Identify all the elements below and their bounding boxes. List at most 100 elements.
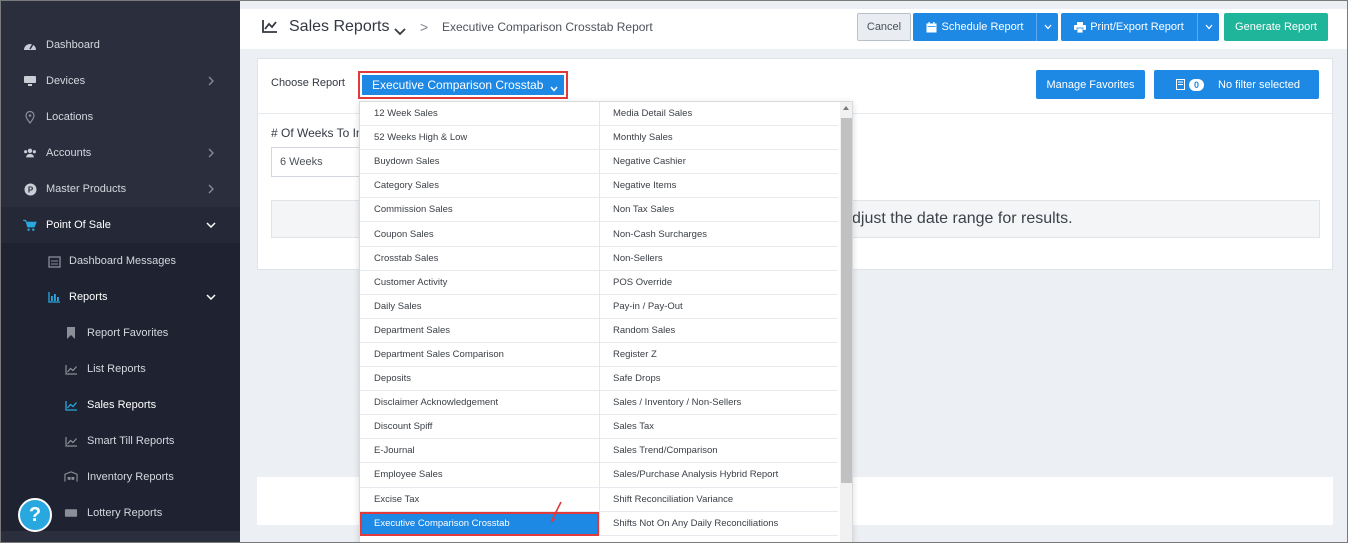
sidebar-item-inventory-reports[interactable]: Inventory Reports	[1, 459, 240, 495]
schedule-report-label: Schedule Report	[941, 21, 1024, 33]
report-option[interactable]: Sales/Purchase Analysis Hybrid Report	[600, 463, 838, 488]
line-chart-icon	[64, 398, 78, 412]
generate-report-button[interactable]: Generate Report	[1224, 13, 1328, 41]
report-option[interactable]: Negative Items	[600, 174, 838, 199]
line-chart-icon	[262, 19, 278, 35]
page-header: Sales Reports > Executive Comparison Cro…	[240, 9, 1347, 49]
chevron-down-icon	[206, 220, 216, 230]
report-option[interactable]: Pay-in / Pay-Out	[600, 295, 838, 319]
sidebar-item-locations[interactable]: Locations	[1, 99, 240, 135]
report-option[interactable]: Shift Reconciliation Variance	[600, 488, 838, 512]
sidebar-item-point-of-sale[interactable]: Point Of Sale	[1, 207, 240, 243]
sidebar-item-devices[interactable]: Devices	[1, 63, 240, 99]
report-option[interactable]: Sales Trend/Comparison	[600, 439, 838, 464]
help-button[interactable]: ?	[18, 498, 52, 532]
notice-text: djust the date range for results.	[852, 210, 1073, 227]
page-title: Sales Reports	[289, 18, 390, 35]
choose-report-label: Choose Report	[271, 77, 345, 89]
print-export-report-button[interactable]: Print/Export Report	[1061, 13, 1219, 41]
cart-icon	[23, 218, 37, 232]
bookmark-icon	[64, 326, 78, 340]
sidebar-item-label: List Reports	[87, 363, 146, 375]
sidebar-item-label: Accounts	[46, 147, 92, 159]
report-option[interactable]: Sales / Inventory / Non-Sellers	[600, 391, 838, 416]
breadcrumb-separator: >	[420, 19, 429, 35]
selected-report: Executive Comparison Crosstab	[372, 78, 544, 92]
report-list-column-right: Media Detail Sales Monthly Sales Negative …	[599, 102, 838, 536]
report-option[interactable]: Non-Cash Surcharges	[600, 222, 838, 247]
schedule-report-button[interactable]: Schedule Report	[913, 13, 1058, 41]
line-chart-icon	[64, 362, 78, 376]
report-option[interactable]: Random Sales	[600, 319, 838, 343]
report-option[interactable]: Disclaimer Acknowledgement	[360, 391, 599, 416]
report-select[interactable]: Executive Comparison Crosstab	[358, 71, 568, 99]
report-option[interactable]: Register Z	[600, 343, 838, 368]
manage-favorites-button[interactable]: Manage Favorites	[1036, 70, 1145, 99]
line-chart-icon	[64, 434, 78, 448]
sidebar-item-label: Devices	[46, 75, 86, 87]
filter-button[interactable]: 0 No filter selected	[1154, 70, 1319, 99]
filter-count-badge: 0	[1189, 78, 1205, 91]
report-option[interactable]: Executive Comparison Crosstab	[360, 511, 599, 536]
report-option[interactable]: Category Sales	[360, 174, 599, 199]
report-option[interactable]: Sales Tax	[600, 415, 838, 440]
report-option[interactable]: Daily Sales	[360, 295, 599, 319]
report-option[interactable]: Negative Cashier	[600, 150, 838, 175]
print-dropdown-toggle[interactable]	[1197, 13, 1219, 41]
chevron-down-icon[interactable]	[394, 23, 406, 36]
report-option[interactable]: Buydown Sales	[360, 150, 599, 175]
sidebar-item-reports[interactable]: Reports	[1, 279, 240, 315]
report-option[interactable]: Media Detail Sales	[600, 102, 838, 127]
pen-annotation-icon	[550, 501, 562, 523]
report-option[interactable]: Monthly Sales	[600, 126, 838, 151]
cancel-button[interactable]: Cancel	[857, 13, 911, 41]
sidebar-item-label: Report Favorites	[87, 327, 169, 339]
report-option[interactable]: Employee Sales	[360, 463, 599, 488]
report-option[interactable]: Department Sales	[360, 319, 599, 343]
report-option[interactable]: Commission Sales	[360, 198, 599, 223]
report-select-value[interactable]: Executive Comparison Crosstab	[362, 75, 564, 95]
dropdown-scrollbar[interactable]	[840, 102, 852, 542]
sidebar-item-report-favorites[interactable]: Report Favorites	[1, 315, 240, 351]
devices-icon	[23, 74, 37, 88]
report-option[interactable]: POS Override	[600, 271, 838, 295]
report-option[interactable]: 52 Weeks High & Low	[360, 126, 599, 151]
report-option[interactable]: Discount Spiff	[360, 415, 599, 440]
sidebar-item-dashboard[interactable]: Dashboard	[1, 27, 240, 63]
products-icon: P	[23, 182, 37, 196]
dashboard-icon	[23, 38, 37, 52]
schedule-dropdown-toggle[interactable]	[1036, 13, 1058, 41]
sidebar-item-label: Inventory Reports	[87, 471, 174, 483]
sidebar-item-label: Reports	[69, 291, 108, 303]
inventory-icon	[64, 470, 78, 484]
report-option[interactable]: Shifts Not On Any Daily Reconciliations	[600, 512, 838, 536]
report-option[interactable]: Non-Sellers	[600, 247, 838, 271]
report-option[interactable]: Crosstab Sales	[360, 247, 599, 271]
report-list-column-left: 12 Week Sales 52 Weeks High & Low Buydown …	[360, 102, 599, 536]
help-icon: ?	[28, 503, 42, 526]
report-option[interactable]: E-Journal	[360, 439, 599, 464]
sidebar-item-sales-reports[interactable]: Sales Reports	[1, 387, 240, 423]
report-option[interactable]: Excise Tax	[360, 488, 599, 512]
report-option[interactable]: 12 Week Sales	[360, 102, 599, 127]
report-option[interactable]: Department Sales Comparison	[360, 343, 599, 368]
printer-icon	[1074, 21, 1087, 33]
report-option[interactable]: Customer Activity	[360, 271, 599, 295]
filter-status: No filter selected	[1218, 78, 1300, 91]
scrollbar-thumb[interactable]	[841, 118, 852, 483]
weeks-select[interactable]: 6 Weeks	[271, 147, 371, 177]
report-option[interactable]: Deposits	[360, 367, 599, 392]
print-export-label: Print/Export Report	[1090, 21, 1184, 33]
sidebar-item-list-reports[interactable]: List Reports	[1, 351, 240, 387]
scroll-up-arrow-icon[interactable]	[843, 106, 849, 110]
sidebar-item-smart-till-reports[interactable]: Smart Till Reports	[1, 423, 240, 459]
report-option[interactable]: Coupon Sales	[360, 222, 599, 247]
sidebar-item-accounts[interactable]: Accounts	[1, 135, 240, 171]
sidebar-item-label: Lottery Reports	[87, 507, 163, 519]
sidebar-item-dashboard-messages[interactable]: Dashboard Messages	[1, 243, 240, 279]
report-option[interactable]: Safe Drops	[600, 367, 838, 392]
report-option[interactable]: Non Tax Sales	[600, 198, 838, 223]
sidebar-item-label: Point Of Sale	[46, 219, 111, 231]
sidebar-item-master-products[interactable]: P Master Products	[1, 171, 240, 207]
sidebar-item-label: Sales Reports	[87, 399, 157, 411]
